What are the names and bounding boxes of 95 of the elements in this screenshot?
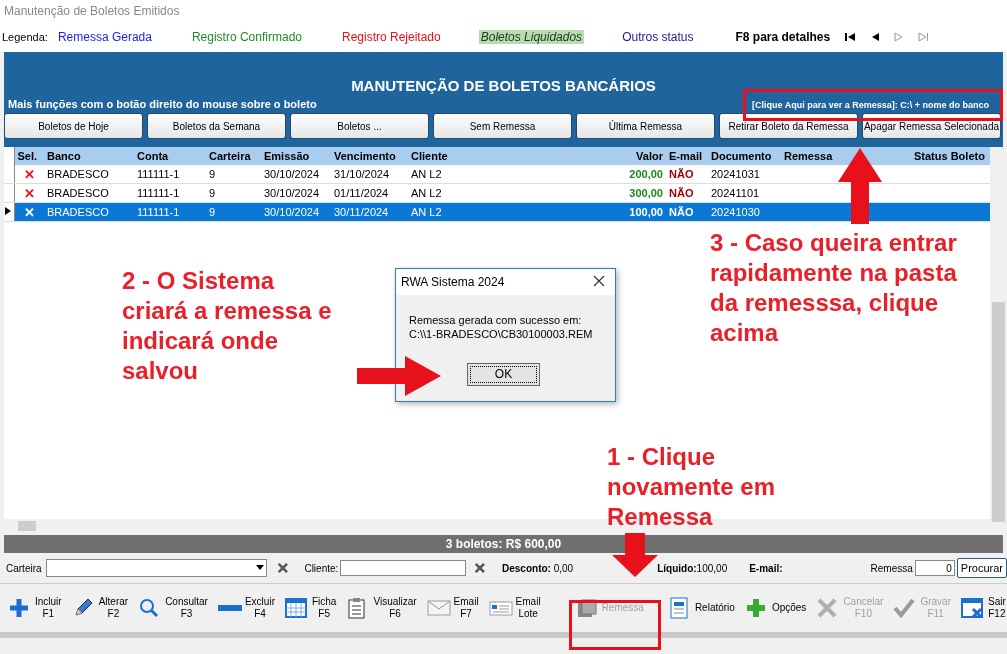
totals-bar: 3 boletos: R$ 600,00 [4, 535, 1003, 553]
carteira-dropdown[interactable] [45, 559, 267, 577]
column-header: Conta [134, 147, 206, 165]
envelope-icon [426, 597, 451, 619]
table-cell: 20241101 [708, 183, 781, 203]
toolbar-button[interactable]: Relatório [667, 597, 735, 619]
table-cell: BRADESCO [44, 183, 134, 203]
column-header: Documento [708, 147, 781, 165]
previous-record-icon[interactable] [870, 32, 881, 42]
minus-icon [217, 605, 242, 611]
toolbar-button[interactable]: Incluir F1 [8, 595, 62, 621]
toolbar-button[interactable]: Sair F12 [960, 595, 1006, 621]
table-cell: 20241031 [708, 165, 781, 184]
column-header: Emissão [261, 147, 331, 165]
toolbar-button[interactable]: Alterar F2 [71, 595, 129, 621]
legend-item: Registro Confirmado [190, 30, 303, 44]
column-header: Sel. [14, 147, 44, 165]
column-header: Cliente [408, 147, 598, 165]
table-cell: NÃO [666, 165, 708, 184]
scrollbar-thumb[interactable] [992, 302, 1005, 522]
dialog-message: Remessa gerada com sucesso em: C:\\1-BRADESCO\CB30100003.REM [408, 313, 594, 342]
ok-button[interactable]: OK [467, 362, 540, 386]
cliente-label: Cliente: [304, 562, 339, 574]
toolbar-button[interactable]: Visualizar F6 [346, 595, 417, 621]
table-cell: 30/10/2024 [261, 165, 331, 184]
table-cell: AN L2 [408, 165, 598, 184]
column-header: Vencimento [331, 147, 408, 165]
vertical-scrollbar[interactable] [990, 147, 1007, 533]
dialog-title: RWA Sistema 2024 [401, 275, 505, 289]
filter-button[interactable]: Boletos da Semana [147, 113, 286, 139]
remessa-folder-link[interactable]: [Clique Aqui para ver a Remessa]: C:\ + nome do banco [752, 100, 989, 110]
table-cell: 31/10/2024 [331, 165, 408, 184]
last-record-icon[interactable] [918, 32, 931, 42]
column-header: Remessa [781, 147, 853, 165]
table-cell: 9 [206, 165, 261, 184]
legend-item: Remessa Gerada [56, 30, 153, 44]
column-header: Carteira [206, 147, 261, 165]
table-cell: 30/10/2024 [261, 183, 331, 203]
clear-icon[interactable] [276, 561, 289, 575]
close-icon [593, 275, 605, 287]
panel-title: MANUTENÇÃO DE BOLETOS BANCÁRIOS [350, 77, 657, 94]
toolbar-button[interactable]: Excluir F4 [217, 595, 275, 621]
remessa-field[interactable]: 0 [914, 560, 955, 576]
legend-item: Registro Rejeitado [341, 30, 442, 44]
toolbar-button[interactable]: Email F7 [426, 595, 479, 621]
carteira-label: Carteira [6, 562, 42, 574]
delete-mark: ✕ [14, 165, 44, 184]
toolbar-button[interactable]: Consultar F3 [138, 595, 208, 621]
email-label: E-mail: [749, 562, 783, 574]
first-record-icon[interactable] [844, 32, 857, 42]
filter-button[interactable]: Apagar Remessa Selecionada [862, 113, 1001, 139]
delete-mark: ✕ [14, 183, 44, 203]
table-cell: 111111-1 [134, 183, 206, 203]
cliente-field[interactable] [340, 560, 467, 576]
remessa-label: Remessa [870, 562, 913, 574]
dropdown-arrow-icon [253, 564, 266, 572]
column-header: Valor [598, 147, 666, 165]
filter-button[interactable]: Boletos ... [290, 113, 429, 139]
annotation-text: 3 - Caso queira entrar rapidamente na pasta da remesssa, clique acima [710, 228, 958, 348]
search-button[interactable]: Procurar [956, 558, 1007, 578]
filter-button[interactable]: Sem Remessa [433, 113, 572, 139]
column-header: Status Boleto [911, 147, 990, 165]
filter-button[interactable]: Retirar Boleto da Remessa [719, 113, 858, 139]
table-cell: 200,00 [598, 165, 666, 184]
next-record-icon[interactable] [894, 32, 905, 42]
toolbar-button[interactable]: Ficha F5 [284, 595, 337, 621]
arrow [612, 533, 658, 577]
table-cell: BRADESCO [44, 165, 134, 184]
desconto-text: Desconto: 0,00 [502, 562, 574, 574]
window-title: Manutenção de Boletos Emitidos [4, 4, 180, 18]
annotation-text: 1 - Clique novamente em Remessa [607, 442, 777, 532]
table-cell: 9 [206, 183, 261, 203]
table-cell: NÃO [666, 183, 708, 203]
table-cell: AN L2 [408, 183, 598, 203]
filter-button[interactable]: Última Remessa [576, 113, 715, 139]
calendar-icon [284, 597, 309, 619]
filter-button[interactable]: Boletos de Hoje [4, 113, 143, 139]
shortcut-hint: F8 para detalhes [735, 30, 831, 44]
annotation-text: 2 - O Sistema criará a remessa e indicará onde salvou [122, 266, 333, 386]
clear-icon[interactable] [474, 561, 486, 575]
legend-label: Legenda: [2, 31, 48, 43]
column-header: E-mail [666, 147, 708, 165]
current-row-icon [4, 206, 12, 216]
table-cell: 111111-1 [134, 165, 206, 184]
toolbar-button[interactable]: Opções [744, 597, 807, 619]
panel-subtitle: Mais funções com o botão direito do mouse sobre o boleto [8, 98, 317, 110]
column-header: Banco [44, 147, 134, 165]
toolbar-button[interactable]: Email Lote [488, 595, 541, 621]
exit-icon [960, 597, 985, 619]
scrollbar-thumb[interactable] [18, 521, 36, 531]
legend-item: Boletos Liquidados [478, 30, 585, 44]
legend-item: Outros status [621, 30, 695, 44]
liquido-text: Líquido:100,00 [657, 562, 728, 574]
table-cell: 300,00 [598, 183, 666, 203]
table-cell: 01/11/2024 [331, 183, 408, 203]
